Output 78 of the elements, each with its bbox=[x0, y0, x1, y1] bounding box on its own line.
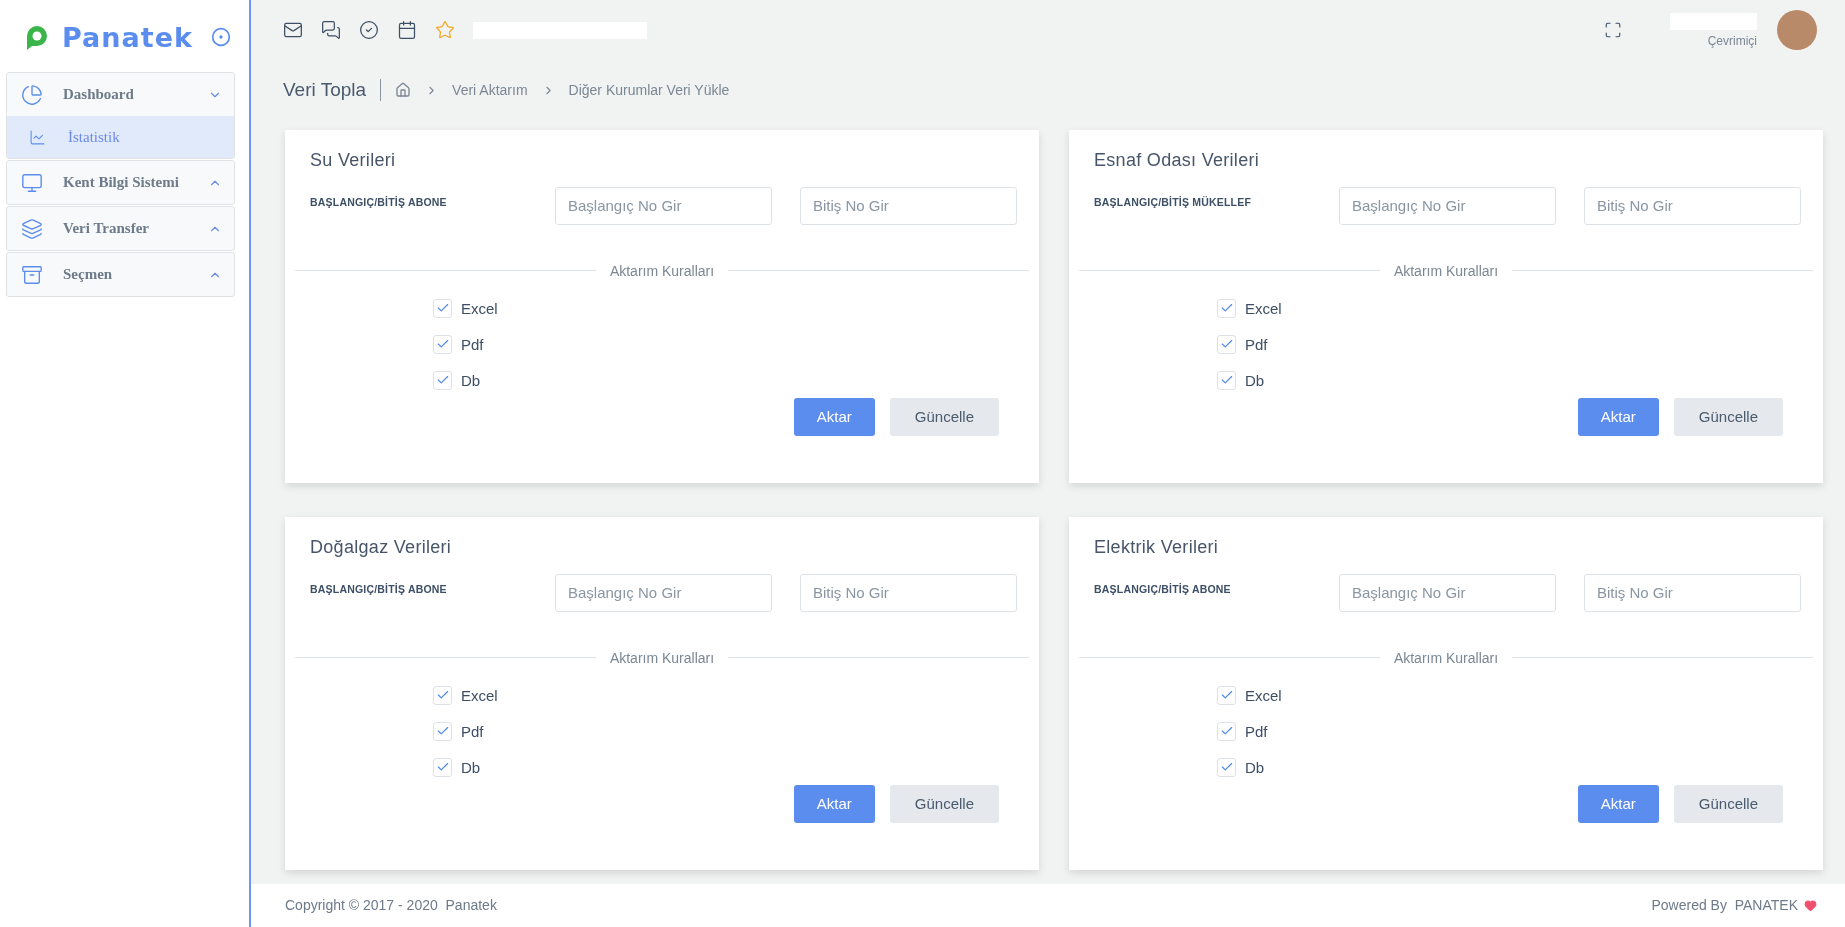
card-title: Su Verileri bbox=[310, 149, 397, 171]
card-title: Esnaf Odası Verileri bbox=[1094, 149, 1261, 171]
field-label: BAŞLANGIÇ/BİTİŞ ABONE bbox=[1094, 581, 1232, 595]
checkbox-label: Db bbox=[461, 371, 481, 389]
sidebar-item[interactable]: Seçmen bbox=[7, 253, 234, 296]
checkbox-label: Pdf bbox=[461, 722, 484, 740]
archive-box-icon bbox=[21, 263, 43, 286]
breadcrumb-item[interactable]: Veri Aktarım bbox=[452, 82, 528, 99]
checkbox-label: Excel bbox=[461, 686, 498, 704]
card-title: Doğalgaz Verileri bbox=[310, 536, 453, 558]
checkbox-label: Db bbox=[1245, 758, 1265, 776]
section-label: Aktarım Kuralları bbox=[609, 262, 715, 279]
powered-by-text: Powered By PANATEK bbox=[1651, 897, 1798, 914]
checkbox-label: Pdf bbox=[461, 335, 484, 353]
update-button[interactable]: Güncelle bbox=[1673, 784, 1783, 823]
monitor-icon bbox=[21, 171, 43, 194]
checkbox-label: Excel bbox=[1245, 299, 1282, 317]
checkbox[interactable] bbox=[1217, 334, 1236, 354]
transfer-button[interactable]: Aktar bbox=[1577, 784, 1659, 823]
input-field[interactable]: Başlangıç No Gir bbox=[1339, 186, 1556, 225]
checkbox[interactable] bbox=[1217, 685, 1236, 705]
input-field[interactable]: Bitiş No Gir bbox=[800, 186, 1017, 225]
field-label: BAŞLANGIÇ/BİTİŞ MÜKELLEF bbox=[1094, 194, 1253, 208]
home-icon[interactable] bbox=[395, 82, 412, 99]
user-status: Çevrimiçi bbox=[1707, 33, 1757, 48]
check-circle-icon[interactable] bbox=[359, 20, 379, 41]
input-field[interactable]: Başlangıç No Gir bbox=[555, 186, 772, 225]
copyright-text: Copyright © 2017 - 2020 Panatek bbox=[285, 897, 497, 914]
transfer-button[interactable]: Aktar bbox=[1577, 397, 1659, 436]
checkbox[interactable] bbox=[433, 685, 452, 705]
update-button[interactable]: Güncelle bbox=[1673, 397, 1783, 436]
section-label: Aktarım Kuralları bbox=[1393, 649, 1499, 666]
update-button[interactable]: Güncelle bbox=[889, 397, 999, 436]
input-field[interactable]: Başlangıç No Gir bbox=[1339, 573, 1556, 612]
pie-chart-icon bbox=[21, 83, 43, 106]
field-label: BAŞLANGIÇ/BİTİŞ ABONE bbox=[310, 581, 448, 595]
card-title: Elektrik Verileri bbox=[1094, 536, 1220, 558]
sidebar-item[interactable]: Kent Bilgi Sistemi bbox=[7, 161, 234, 204]
sidebar-subitem[interactable]: İstatistik bbox=[7, 116, 234, 158]
transfer-button[interactable]: Aktar bbox=[793, 397, 875, 436]
transfer-button[interactable]: Aktar bbox=[793, 784, 875, 823]
stacked-squares-icon bbox=[21, 217, 43, 240]
checkbox-label: Excel bbox=[1245, 686, 1282, 704]
checkbox-label: Db bbox=[1245, 371, 1265, 389]
checkbox[interactable] bbox=[433, 757, 452, 777]
input-field[interactable]: Bitiş No Gir bbox=[800, 573, 1017, 612]
checkbox-label: Pdf bbox=[1245, 722, 1268, 740]
brand-name: Panatek bbox=[62, 21, 193, 53]
checkbox[interactable] bbox=[1217, 757, 1236, 777]
input-field[interactable]: Başlangıç No Gir bbox=[555, 573, 772, 612]
heart-icon bbox=[1804, 898, 1817, 912]
line-chart-icon bbox=[29, 128, 46, 146]
input-field[interactable]: Bitiş No Gir bbox=[1584, 186, 1801, 225]
chat-icon[interactable] bbox=[321, 20, 341, 41]
section-label: Aktarım Kuralları bbox=[1393, 262, 1499, 279]
checkbox-label: Db bbox=[461, 758, 481, 776]
target-icon[interactable] bbox=[211, 27, 231, 47]
page-title: Veri Topla bbox=[283, 79, 382, 102]
breadcrumb-item[interactable]: Diğer Kurumlar Veri Yükle bbox=[568, 82, 730, 99]
sidebar-item[interactable]: Veri Transfer bbox=[7, 207, 234, 250]
checkbox-label: Excel bbox=[461, 299, 498, 317]
checkbox[interactable] bbox=[1217, 721, 1236, 741]
checkbox[interactable] bbox=[433, 721, 452, 741]
sidebar-item[interactable]: Dashboard bbox=[7, 73, 234, 116]
avatar-placeholder[interactable] bbox=[1777, 10, 1817, 51]
checkbox[interactable] bbox=[1217, 298, 1236, 318]
checkbox[interactable] bbox=[433, 370, 452, 390]
checkbox[interactable] bbox=[433, 298, 452, 318]
fullscreen-icon[interactable] bbox=[1604, 21, 1622, 40]
checkbox[interactable] bbox=[433, 334, 452, 354]
checkbox-label: Pdf bbox=[1245, 335, 1268, 353]
star-icon[interactable] bbox=[435, 20, 455, 41]
field-label: BAŞLANGIÇ/BİTİŞ ABONE bbox=[310, 194, 448, 208]
section-label: Aktarım Kuralları bbox=[609, 649, 715, 666]
input-field[interactable]: Bitiş No Gir bbox=[1584, 573, 1801, 612]
checkbox[interactable] bbox=[1217, 370, 1236, 390]
calendar-icon[interactable] bbox=[397, 20, 417, 41]
update-button[interactable]: Güncelle bbox=[889, 784, 999, 823]
